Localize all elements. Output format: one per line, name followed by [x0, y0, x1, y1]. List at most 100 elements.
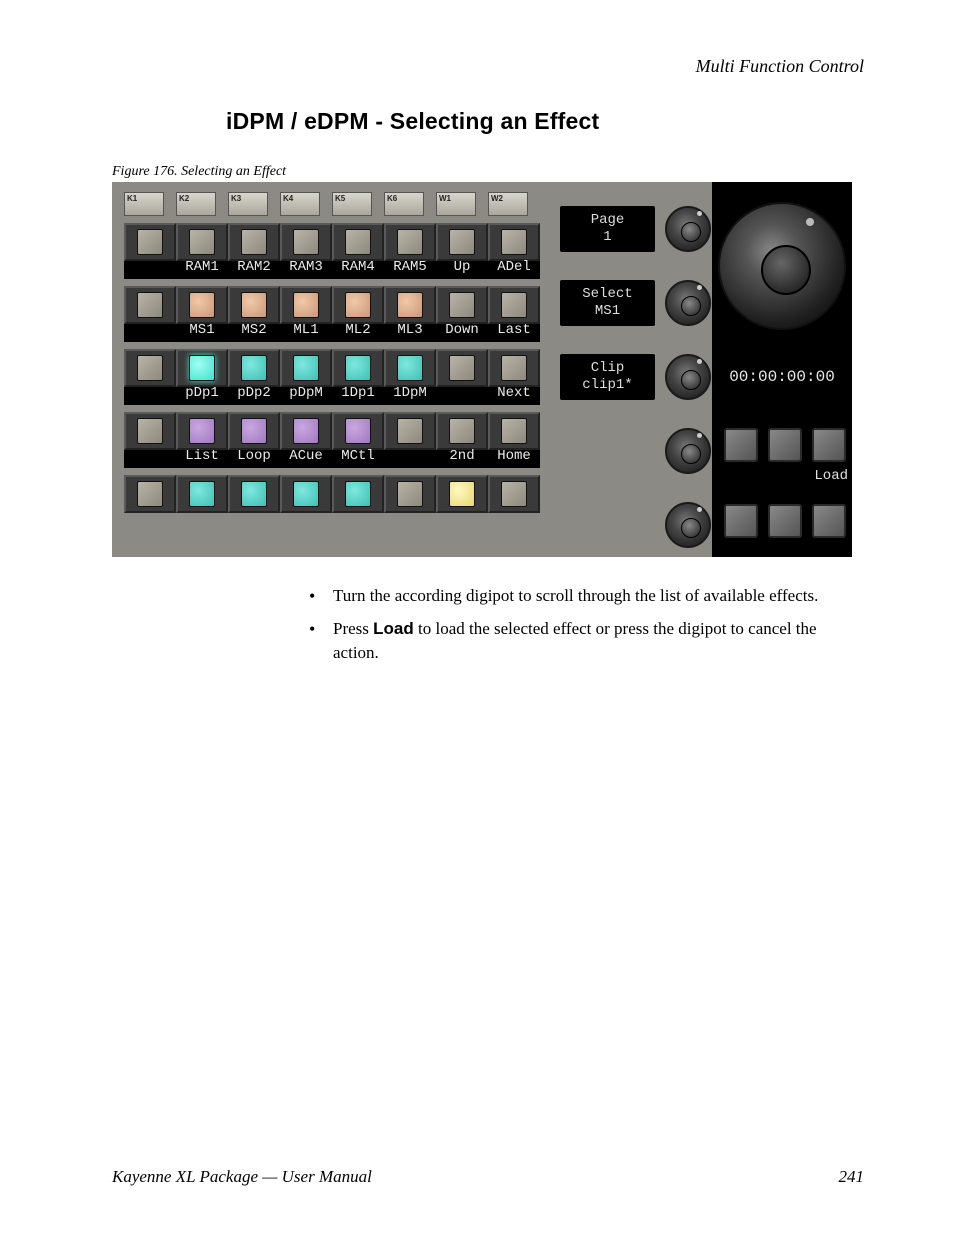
top-btn-w1[interactable]: W1 — [436, 192, 476, 216]
btn-r3-4[interactable] — [280, 349, 332, 387]
timecode-display: 00:00:00:00 — [712, 368, 852, 386]
btn-r3-3[interactable] — [228, 349, 280, 387]
btn-r5-8[interactable] — [488, 475, 540, 513]
btn-r4-3[interactable] — [228, 412, 280, 450]
footer-left: Kayenne XL Package — User Manual — [112, 1167, 372, 1187]
lamp-icon — [241, 229, 267, 255]
lbl-1dp1: 1Dp1 — [332, 385, 384, 405]
lbl-last: Last — [488, 322, 540, 342]
transport-btn-2[interactable] — [768, 428, 802, 462]
btn-r4-8[interactable] — [488, 412, 540, 450]
btn-r1-3[interactable] — [228, 223, 280, 261]
transport-btn-6[interactable] — [812, 504, 846, 538]
footer-page-number: 241 — [839, 1167, 865, 1187]
btn-r4-1[interactable] — [124, 412, 176, 450]
knob-select[interactable] — [665, 280, 711, 326]
lbl-acue: ACue — [280, 448, 332, 468]
btn-r4-6[interactable] — [384, 412, 436, 450]
knob-label-line1: Clip — [591, 360, 625, 377]
transport-btn-1[interactable] — [724, 428, 758, 462]
lamp-icon — [449, 418, 475, 444]
lamp-icon — [241, 418, 267, 444]
jog-wheel[interactable] — [718, 202, 846, 330]
figure-caption: Figure 176. Selecting an Effect — [112, 164, 286, 180]
lamp-icon — [137, 481, 163, 507]
btn-r2-4[interactable] — [280, 286, 332, 324]
btn-r5-3[interactable] — [228, 475, 280, 513]
lamp-icon — [501, 481, 527, 507]
lamp-icon — [345, 481, 371, 507]
btn-r2-5[interactable] — [332, 286, 384, 324]
lamp-icon — [189, 292, 215, 318]
lbl-loop: Loop — [228, 448, 280, 468]
lbl-ram4: RAM4 — [332, 259, 384, 279]
btn-r1-1[interactable] — [124, 223, 176, 261]
btn-r1-6[interactable] — [384, 223, 436, 261]
btn-r3-5[interactable] — [332, 349, 384, 387]
button-grid: K1 K2 K3 K4 K5 K6 W1 W2 RAM1 RAM2 RAM3 R… — [124, 192, 554, 513]
row2-labels: MS1 MS2 ML1 ML2 ML3 Down Last — [124, 322, 540, 342]
btn-r5-6[interactable] — [384, 475, 436, 513]
lamp-icon — [397, 355, 423, 381]
btn-r2-7[interactable] — [436, 286, 488, 324]
lbl-blank2 — [384, 448, 436, 468]
lamp-icon — [137, 355, 163, 381]
transport-btn-4[interactable] — [724, 504, 758, 538]
btn-r2-6[interactable] — [384, 286, 436, 324]
btn-r1-8[interactable] — [488, 223, 540, 261]
btn-r1-2[interactable] — [176, 223, 228, 261]
lamp-icon — [345, 355, 371, 381]
lamp-icon — [241, 355, 267, 381]
knob-clip[interactable] — [665, 354, 711, 400]
knob-label-lineands1: Select — [582, 286, 632, 303]
lamp-icon — [397, 418, 423, 444]
btn-r3-6[interactable] — [384, 349, 436, 387]
btn-r5-4[interactable] — [280, 475, 332, 513]
bullet-2: Press Load to load the selected effect o… — [305, 617, 865, 664]
btn-r2-1[interactable] — [124, 286, 176, 324]
btn-r5-1[interactable] — [124, 475, 176, 513]
knob-label-line1: Page — [591, 212, 625, 229]
lamp-icon — [449, 292, 475, 318]
top-btn-k6[interactable]: K6 — [384, 192, 424, 216]
btn-r3-1[interactable] — [124, 349, 176, 387]
btn-r2-2[interactable] — [176, 286, 228, 324]
knob-page[interactable] — [665, 206, 711, 252]
knob-4[interactable] — [665, 428, 711, 474]
btn-r1-4[interactable] — [280, 223, 332, 261]
btn-r5-7[interactable] — [436, 475, 488, 513]
lbl-pdp2: pDp2 — [228, 385, 280, 405]
btn-r3-2[interactable] — [176, 349, 228, 387]
header-category: Multi Function Control — [696, 56, 864, 77]
btn-r3-7[interactable] — [436, 349, 488, 387]
btn-r4-2[interactable] — [176, 412, 228, 450]
top-btn-w2[interactable]: W2 — [488, 192, 528, 216]
btn-r2-3[interactable] — [228, 286, 280, 324]
transport-btn-3[interactable] — [812, 428, 846, 462]
lbl-home: Home — [488, 448, 540, 468]
top-btn-k3[interactable]: K3 — [228, 192, 268, 216]
btn-r3-8[interactable] — [488, 349, 540, 387]
btn-r4-5[interactable] — [332, 412, 384, 450]
knob-label-select: Select MS1 — [560, 280, 655, 326]
transport-btn-5[interactable] — [768, 504, 802, 538]
top-btn-k4[interactable]: K4 — [280, 192, 320, 216]
btn-r2-8[interactable] — [488, 286, 540, 324]
lbl-ml3: ML3 — [384, 322, 436, 342]
btn-r1-7[interactable] — [436, 223, 488, 261]
lbl-adel: ADel — [488, 259, 540, 279]
btn-r4-4[interactable] — [280, 412, 332, 450]
btn-r5-5[interactable] — [332, 475, 384, 513]
btn-r1-5[interactable] — [332, 223, 384, 261]
btn-r4-7[interactable] — [436, 412, 488, 450]
knob-5[interactable] — [665, 502, 711, 548]
lamp-icon — [293, 229, 319, 255]
lbl — [124, 259, 176, 279]
top-btn-k5[interactable]: K5 — [332, 192, 372, 216]
btn-r5-2[interactable] — [176, 475, 228, 513]
top-btn-k1[interactable]: K1 — [124, 192, 164, 216]
row4-buttons — [124, 412, 554, 450]
knob-label-empty — [560, 502, 655, 548]
row1-labels: RAM1 RAM2 RAM3 RAM4 RAM5 Up ADel — [124, 259, 540, 279]
top-btn-k2[interactable]: K2 — [176, 192, 216, 216]
